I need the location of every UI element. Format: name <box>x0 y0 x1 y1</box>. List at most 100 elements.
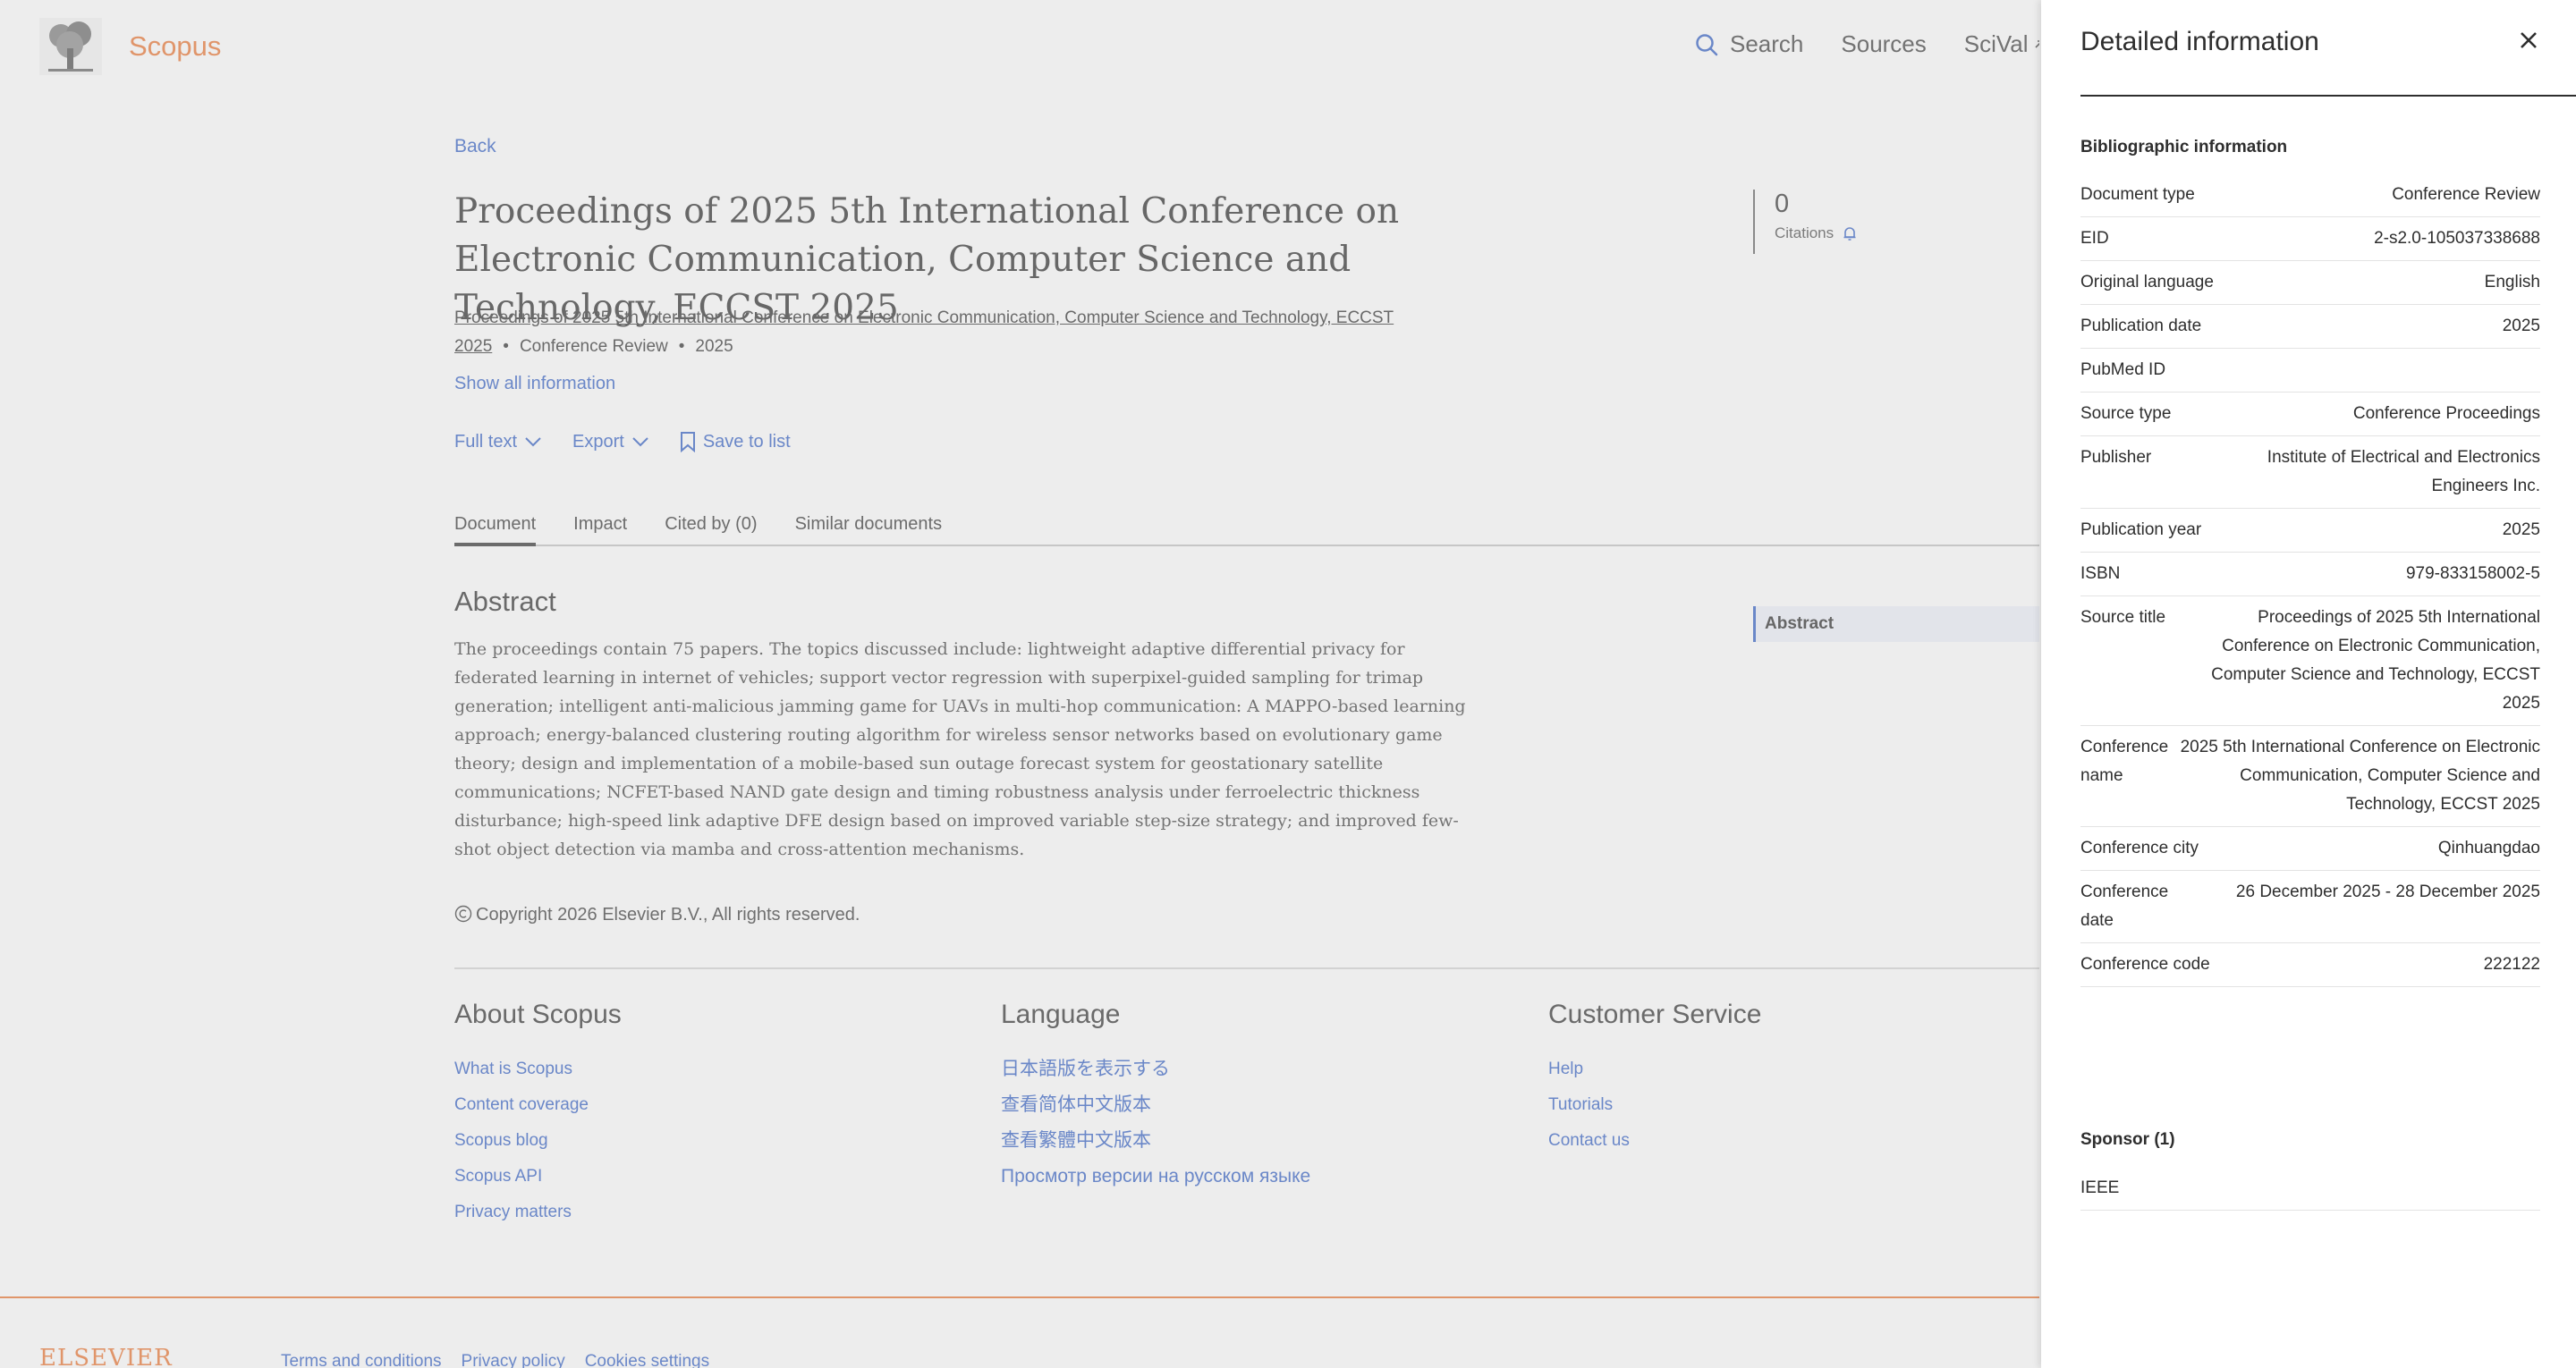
full-text-label: Full text <box>454 431 518 452</box>
info-label: PubMed ID <box>2080 360 2166 379</box>
footer-link-simplified-chinese[interactable]: 查看简体中文版本 <box>1001 1087 1310 1123</box>
footer-link-contact-us[interactable]: Contact us <box>1548 1123 1761 1159</box>
page-background: Scopus Search Sources SciVal Back Procee… <box>0 0 2039 1368</box>
info-row-original-language: Original language English <box>2080 261 2540 305</box>
copyright: Copyright 2026 Elsevier B.V., All rights… <box>454 905 860 925</box>
separator-dot: • <box>503 337 509 356</box>
toc-abstract-link[interactable]: Abstract <box>1753 606 2039 642</box>
footer-link-scopus-api[interactable]: Scopus API <box>454 1159 622 1195</box>
header-brand[interactable]: Scopus <box>39 18 221 75</box>
info-row-conference-date: Conference date 26 December 2025 - 28 Dec… <box>2080 871 2540 943</box>
info-value: English <box>2484 273 2540 291</box>
bell-icon[interactable] <box>1841 224 1859 242</box>
info-row-publication-year: Publication year 2025 <box>2080 509 2540 553</box>
copyright-text: Copyright 2026 Elsevier B.V., All rights… <box>476 905 860 925</box>
footer-about-heading: About Scopus <box>454 1000 622 1029</box>
citations-box: 0 Citations <box>1753 190 1859 254</box>
info-value: 26 December 2025 - 28 December 2025 <box>2235 882 2540 901</box>
info-row-conference-code: Conference code 222122 <box>2080 943 2540 987</box>
export-label: Export <box>572 431 624 452</box>
elsevier-tree-logo-icon <box>39 18 102 75</box>
bibliographic-information-heading: Bibliographic information <box>2080 138 2288 156</box>
footer-about-column: About Scopus What is Scopus Content cove… <box>454 1000 622 1230</box>
full-text-dropdown[interactable]: Full text <box>454 431 542 452</box>
citations-label: Citations <box>1775 224 1835 241</box>
footer-link-help[interactable]: Help <box>1548 1051 1761 1087</box>
info-value: 2025 5th International Conference on Ele… <box>2180 738 2540 814</box>
info-label: EID <box>2080 229 2109 248</box>
info-value: Institute of Electrical and Electronics … <box>2267 448 2540 495</box>
info-row-conference-name: Conference name 2025 5th International Co… <box>2080 726 2540 827</box>
document-year: 2025 <box>695 337 733 356</box>
sponsor-name: IEEE <box>2080 1174 2540 1211</box>
info-value <box>2215 356 2540 384</box>
info-label: Original language <box>2080 273 2214 291</box>
info-value: 2025 <box>2502 520 2540 539</box>
document-actions: Full text Export Save to list <box>454 431 791 452</box>
nav-search[interactable]: Search <box>1694 30 1803 58</box>
nav-scival-label: SciVal <box>1963 30 2029 57</box>
document-tabs: Document Impact Cited by (0) Similar doc… <box>454 514 2039 546</box>
info-value: Conference Review <box>2392 185 2540 204</box>
close-icon <box>2521 32 2537 48</box>
info-row-source-title: Source title Proceedings of 2025 5th Inte… <box>2080 596 2540 726</box>
footer-divider <box>454 967 2039 969</box>
terms-and-conditions-link[interactable]: Terms and conditions <box>281 1352 442 1368</box>
citations-count: 0 <box>1775 190 1790 218</box>
external-link-icon <box>2034 39 2039 48</box>
scopus-brand[interactable]: Scopus <box>129 30 221 63</box>
info-value: Proceedings of 2025 5th International Co… <box>2211 608 2540 713</box>
footer-link-japanese[interactable]: 日本語版を表示する <box>1001 1051 1310 1087</box>
info-value: 979-833158002-5 <box>2405 564 2540 583</box>
footer-link-scopus-blog[interactable]: Scopus blog <box>454 1123 622 1159</box>
privacy-policy-link[interactable]: Privacy policy <box>462 1352 565 1368</box>
info-row-document-type: Document type Conference Review <box>2080 173 2540 217</box>
tab-document[interactable]: Document <box>454 514 537 546</box>
bookmark-icon <box>680 432 695 452</box>
tab-similar-documents[interactable]: Similar documents <box>795 514 943 545</box>
detailed-information-panel: Detailed information Bibliographic infor… <box>2041 0 2576 1368</box>
tab-impact[interactable]: Impact <box>573 514 627 545</box>
info-label: Conference date <box>2080 882 2169 930</box>
footer-link-content-coverage[interactable]: Content coverage <box>454 1087 622 1123</box>
footer-link-privacy-matters[interactable]: Privacy matters <box>454 1195 622 1230</box>
show-all-information-link[interactable]: Show all information <box>454 374 615 394</box>
info-label: Publication date <box>2080 317 2202 335</box>
footer-link-tutorials[interactable]: Tutorials <box>1548 1087 1761 1123</box>
info-value: Qinhuangdao <box>2437 839 2540 857</box>
export-dropdown[interactable]: Export <box>572 431 649 452</box>
save-to-list-button[interactable]: Save to list <box>680 431 791 452</box>
tab-cited-by[interactable]: Cited by (0) <box>665 514 757 545</box>
info-label: ISBN <box>2080 564 2121 583</box>
close-button[interactable] <box>2519 25 2538 55</box>
elsevier-wordmark[interactable]: ELSEVIER <box>39 1345 173 1368</box>
info-value: 2025 <box>2502 317 2540 335</box>
copyright-icon <box>454 905 472 923</box>
footer-link-traditional-chinese[interactable]: 查看繁體中文版本 <box>1001 1123 1310 1159</box>
separator-dot: • <box>678 337 685 356</box>
info-row-isbn: ISBN 979-833158002-5 <box>2080 553 2540 596</box>
footer-link-russian[interactable]: Просмотр версии на русском языке <box>1001 1159 1310 1195</box>
abstract-text: The proceedings contain 75 papers. The t… <box>454 639 1466 859</box>
abstract-heading: Abstract <box>454 586 556 617</box>
nav-sources[interactable]: Sources <box>1841 30 1926 58</box>
document-type: Conference Review <box>519 337 668 356</box>
info-label: Document type <box>2080 185 2195 204</box>
footer-link-what-is-scopus[interactable]: What is Scopus <box>454 1051 622 1087</box>
chevron-down-icon <box>632 437 648 447</box>
bibliographic-table: Document type Conference Review EID 2-s2.0… <box>2080 173 2540 987</box>
info-row-pubmed-id: PubMed ID <box>2080 349 2540 393</box>
info-label: Publication year <box>2080 520 2202 539</box>
footer-service-column: Customer Service Help Tutorials Contact … <box>1548 1000 1761 1159</box>
nav-scival[interactable]: SciVal <box>1964 30 2039 58</box>
back-link[interactable]: Back <box>454 136 496 157</box>
sponsor-heading: Sponsor (1) <box>2080 1130 2175 1149</box>
info-row-source-type: Source type Conference Proceedings <box>2080 393 2540 436</box>
chevron-down-icon <box>525 437 541 447</box>
info-label: Source title <box>2080 608 2166 627</box>
info-value: 2-s2.0-105037338688 <box>2374 229 2540 248</box>
info-value: 222122 <box>2483 955 2540 974</box>
citations-label-row: Citations <box>1775 224 1859 242</box>
info-label: Conference city <box>2080 839 2199 857</box>
cookies-settings-link[interactable]: Cookies settings <box>585 1352 709 1368</box>
